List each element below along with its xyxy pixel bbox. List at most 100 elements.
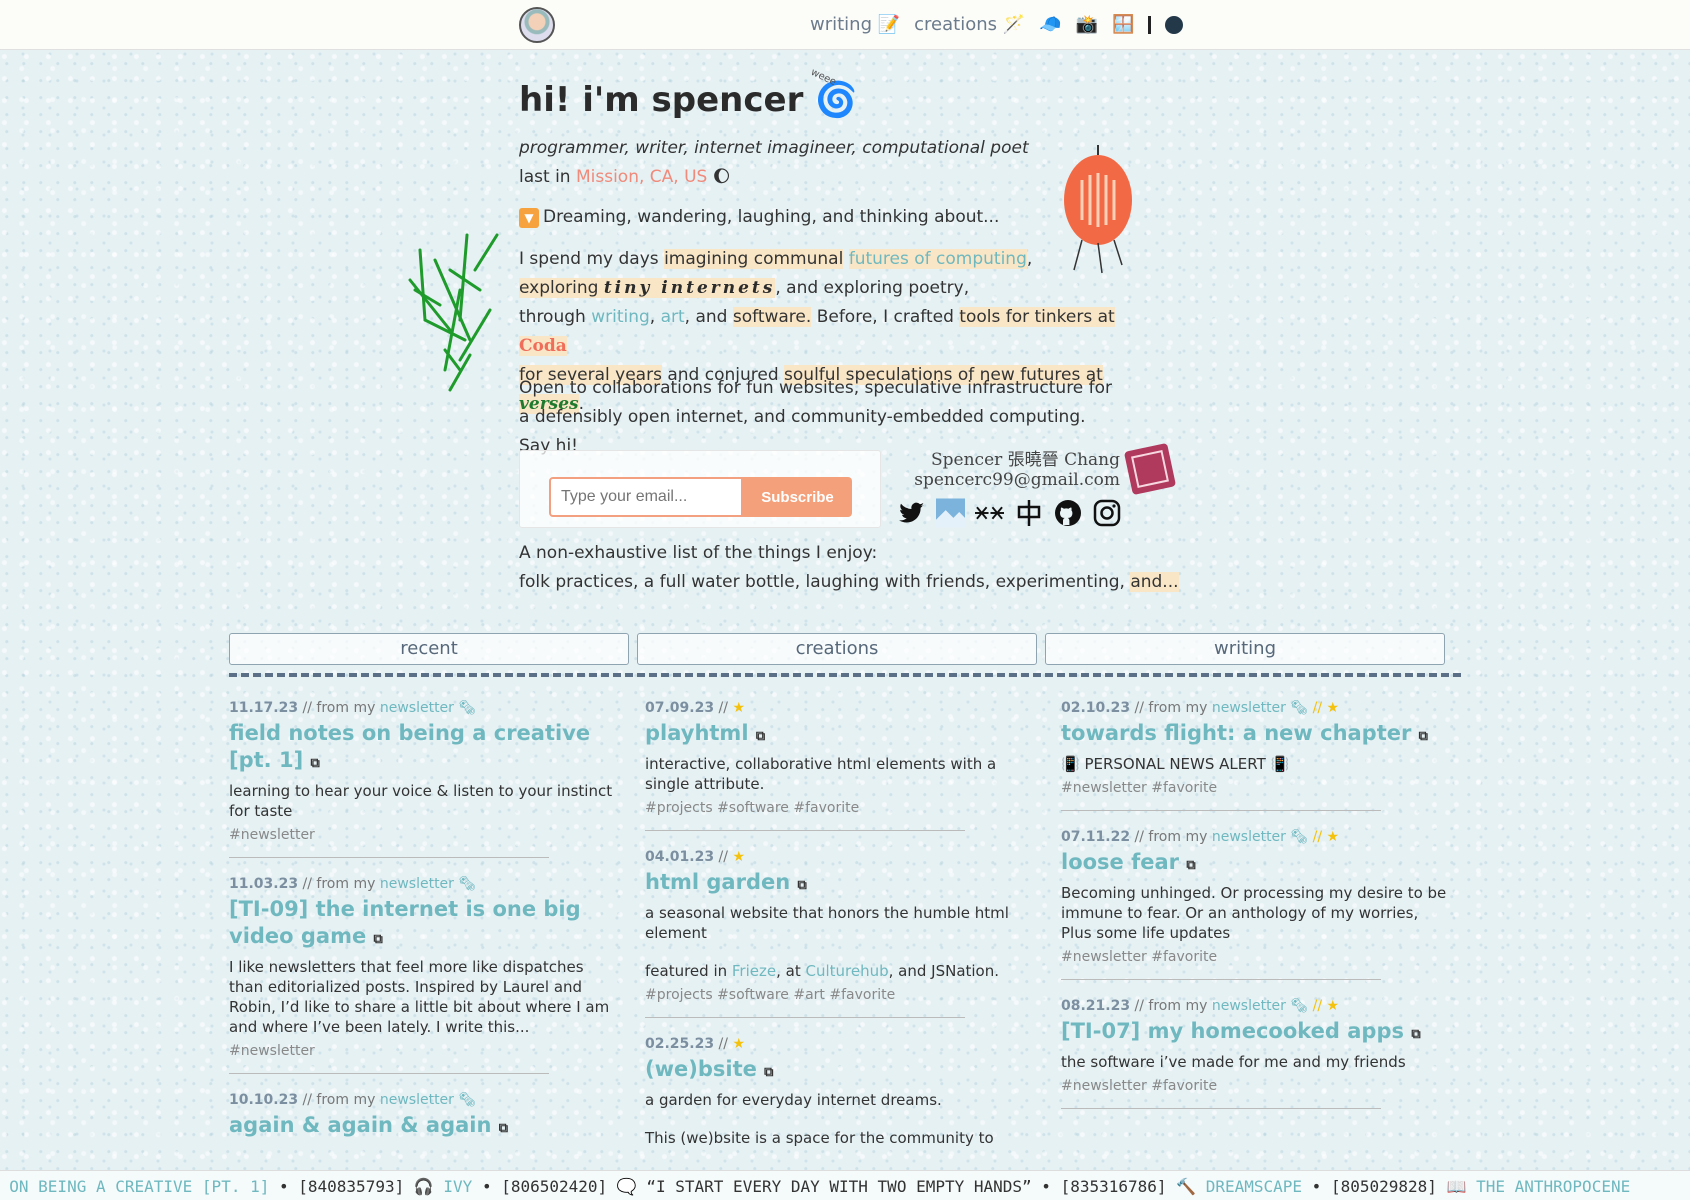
item-title-link[interactable]: (we)bsite ⧉ (645, 1056, 1035, 1086)
list-item: 04.01.23 // ★ html garden ⧉ a seasonal w… (645, 849, 1035, 1018)
subscribe-button[interactable]: Subscribe (743, 477, 852, 517)
external-link-icon: ⧉ (797, 878, 807, 893)
divider (645, 1017, 965, 1018)
contact-name: Spencer 張曉晉 Chang (931, 450, 1120, 470)
item-title-link[interactable]: playhtml ⧉ (645, 720, 1035, 750)
nav-writing[interactable]: writing 📝 (810, 14, 900, 35)
item-tags[interactable]: #projects #software #art #favorite (645, 987, 1035, 1003)
list-item: 11.03.23 // from my newsletter 🗞 [TI-09]… (229, 876, 619, 1074)
coda-link[interactable]: Coda (519, 336, 567, 356)
ticker-link[interactable]: S ON BEING A CREATIVE [PT. 1] (0, 1177, 269, 1196)
item-title-link[interactable]: loose fear ⧉ (1061, 849, 1451, 879)
newsletter-link[interactable]: newsletter 🗞 (1212, 998, 1308, 1014)
divider (1061, 1108, 1381, 1109)
dreaming-toggle[interactable]: ▼ Dreaming, wandering, laughing, and thin… (519, 207, 999, 228)
nav-camera-icon[interactable]: 📸 (1076, 14, 1098, 35)
item-tags[interactable]: #newsletter #favorite (1061, 1078, 1451, 1094)
creations-column: 07.09.23 // ★ playhtml ⧉ interactive, co… (645, 700, 1035, 1148)
newsletter-link[interactable]: newsletter 🗞 (380, 876, 476, 892)
ticker-link[interactable]: THE ANTHROPOCENE (1476, 1177, 1630, 1196)
futures-link[interactable]: futures of computing (848, 249, 1027, 269)
list-item: 07.09.23 // ★ playhtml ⧉ interactive, co… (645, 700, 1035, 831)
external-link-icon: ⧉ (1186, 858, 1196, 873)
item-title-link[interactable]: html garden ⧉ (645, 869, 1035, 899)
list-item: 11.17.23 // from my newsletter 🗞 field n… (229, 700, 619, 858)
dropdown-arrow-icon[interactable]: ▼ (519, 208, 539, 228)
newsletter-link[interactable]: newsletter 🗞 (380, 1092, 476, 1108)
nav-window-icon[interactable]: 🪟 (1112, 14, 1134, 35)
tiny-internets-link[interactable]: tiny internets (603, 278, 776, 298)
arena-icon[interactable] (936, 498, 965, 527)
item-title-link[interactable]: [TI-09] the internet is one big video ga… (229, 896, 619, 953)
item-tags[interactable]: #newsletter #favorite (1061, 949, 1451, 965)
moon-icon: 🌔 (712, 167, 731, 187)
favorite-star-icon: // ★ (1308, 998, 1340, 1014)
external-link-icon: ⧉ (755, 729, 766, 744)
nav-divider (1148, 15, 1152, 34)
art-link[interactable]: art (661, 307, 685, 327)
external-link-icon: ⧉ (373, 932, 383, 947)
newsletter-link[interactable]: newsletter 🗞 (1212, 829, 1308, 845)
social-links (897, 498, 1121, 527)
favorite-star-icon: ★ (732, 1036, 745, 1052)
subscribe-box: Subscribe (519, 450, 881, 528)
list-item: 10.10.23 // from my newsletter 🗞 again &… (229, 1092, 619, 1142)
nav-cap-icon[interactable]: 🧢 (1039, 14, 1061, 35)
tab-writing[interactable]: writing (1045, 633, 1445, 665)
github-icon[interactable] (1053, 498, 1082, 527)
favorite-star-icon: ★ (732, 849, 745, 865)
tab-creations[interactable]: creations (637, 633, 1037, 665)
nav-creations[interactable]: creations 🪄 (914, 14, 1025, 35)
item-title-link[interactable]: again & again & again ⧉ (229, 1112, 619, 1142)
activity-ticker: S ON BEING A CREATIVE [PT. 1] • [8408357… (0, 1170, 1690, 1200)
tab-recent[interactable]: recent (229, 633, 629, 665)
item-title-link[interactable]: [TI-07] my homecooked apps ⧉ (1061, 1018, 1451, 1048)
enjoy-list: folk practices, a full water bottle, lau… (519, 572, 1179, 592)
favorite-star-icon: // ★ (1308, 829, 1340, 845)
page-title: hi! i'm spencer 🌀 (519, 80, 858, 120)
software-link[interactable]: software. (732, 307, 812, 327)
culturehub-link[interactable]: Culturehub (805, 962, 888, 980)
dashed-divider (229, 673, 1461, 677)
external-link-icon: ⧉ (310, 756, 320, 771)
list-item: 02.10.23 // from my newsletter 🗞 // ★ to… (1061, 700, 1451, 811)
avatar[interactable] (519, 7, 555, 43)
list-item: 07.11.22 // from my newsletter 🗞 // ★ lo… (1061, 829, 1451, 980)
theme-toggle-icon[interactable] (1165, 15, 1184, 34)
newsletter-icon[interactable] (1014, 498, 1043, 527)
newsletter-link[interactable]: newsletter 🗞 (1212, 700, 1308, 716)
writing-link[interactable]: writing (591, 307, 650, 327)
newsletter-link[interactable]: newsletter 🗞 (380, 700, 476, 716)
divider (1061, 810, 1381, 811)
item-tags[interactable]: #newsletter #favorite (1061, 780, 1451, 796)
external-link-icon: ⧉ (1411, 1027, 1421, 1042)
divider (1061, 979, 1381, 980)
ticker-link[interactable]: IVY (443, 1177, 472, 1196)
recent-column: 11.17.23 // from my newsletter 🗞 field n… (229, 700, 619, 1142)
favorite-star-icon: // ★ (1308, 700, 1340, 716)
item-tags[interactable]: #newsletter (229, 1043, 619, 1059)
item-title-link[interactable]: field notes on being a creative [pt. 1] … (229, 720, 619, 777)
favorite-star-icon: ★ (732, 700, 745, 716)
ticker-link[interactable]: DREAMSCAPE (1206, 1177, 1302, 1196)
external-link-icon: ⧉ (498, 1121, 509, 1136)
bluesky-icon[interactable] (975, 498, 1004, 527)
item-tags[interactable]: #newsletter (229, 827, 619, 843)
frieze-link[interactable]: Frieze (732, 962, 776, 980)
instagram-icon[interactable] (1092, 498, 1121, 527)
seal-icon (1123, 442, 1177, 496)
twitter-icon[interactable] (897, 498, 926, 527)
list-item: 08.21.23 // from my newsletter 🗞 // ★ [T… (1061, 998, 1451, 1109)
grass-illustration (408, 233, 499, 392)
item-tags[interactable]: #projects #software #favorite (645, 800, 1035, 816)
external-link-icon: ⧉ (764, 1065, 774, 1080)
nav-links: writing 📝 creations 🪄 🧢 📸 🪟 (810, 14, 1184, 35)
divider (645, 830, 965, 831)
divider (229, 857, 549, 858)
email-field[interactable] (549, 477, 743, 517)
enjoy-more-link[interactable]: and... (1130, 572, 1179, 592)
contact-email[interactable]: spencerc99@gmail.com (900, 470, 1120, 490)
item-title-link[interactable]: towards flight: a new chapter ⧉ (1061, 720, 1451, 750)
location-link[interactable]: Mission, CA, US (576, 167, 707, 187)
external-link-icon: ⧉ (1418, 729, 1428, 744)
